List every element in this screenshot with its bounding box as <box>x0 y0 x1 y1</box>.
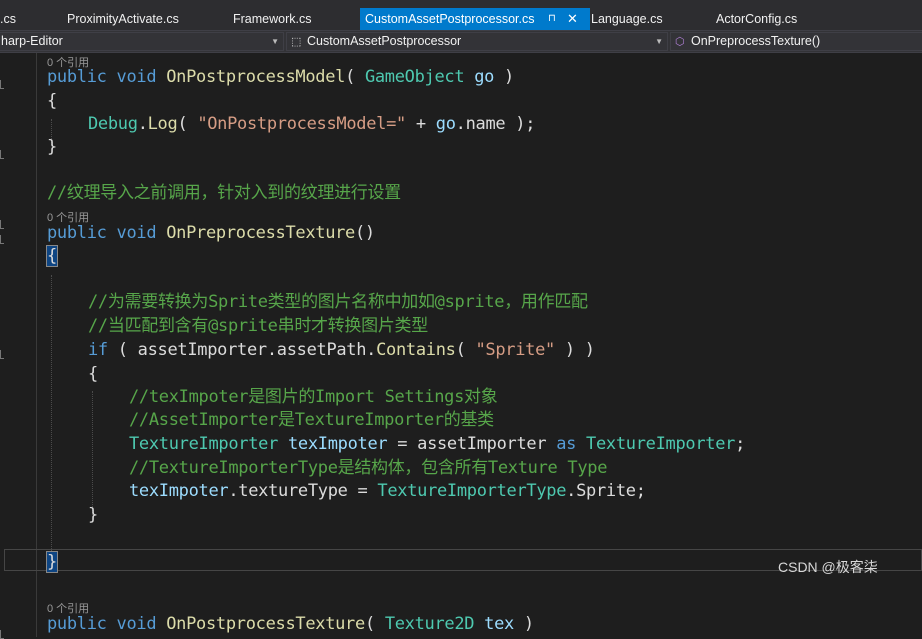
tab-framework[interactable]: Framework.cs <box>233 8 311 30</box>
tab-label: Framework.cs <box>233 12 312 26</box>
code-line: } <box>46 550 58 574</box>
member-dropdown[interactable]: ⬡ OnPreprocessTexture() <box>670 32 922 51</box>
chevron-down-icon: ▼ <box>271 37 279 46</box>
comment-line: //当匹配到含有@sprite串时才转换图片类型 <box>88 316 428 336</box>
code-line: { <box>47 91 57 111</box>
indent-guide <box>51 275 52 559</box>
code-line: } <box>47 137 57 157</box>
collapse-marker[interactable] <box>0 150 4 159</box>
comment-line: //TextureImporterType是结构体，包含所有Texture Ty… <box>129 458 608 478</box>
code-line: if ( assetImporter.assetPath.Contains( "… <box>88 340 595 360</box>
tab-label: CustomAssetPostprocessor.cs <box>365 12 535 26</box>
code-line: Debug.Log( "OnPostprocessModel=" + go.na… <box>88 114 536 134</box>
navigation-bar: harp-Editor ▼ ⬚ CustomAssetPostprocessor … <box>0 30 922 53</box>
member-label: OnPreprocessTexture() <box>691 34 821 48</box>
brace-match-highlight: } <box>46 551 58 573</box>
tab-label: ActorConfig.cs <box>716 12 798 26</box>
collapse-marker[interactable] <box>0 630 4 639</box>
comment-line: //为需要转换为Sprite类型的图片名称中加如@sprite，用作匹配 <box>88 292 588 312</box>
class-dropdown[interactable]: ⬚ CustomAssetPostprocessor ▼ <box>286 32 668 51</box>
code-line: TextureImporter texImpoter = assetImport… <box>129 434 746 454</box>
tab-proximity-activate[interactable]: ProximityActivate.cs <box>67 8 179 30</box>
tab-actor-config[interactable]: ActorConfig.cs <box>716 8 797 30</box>
pin-icon[interactable]: ⊓ <box>548 8 556 30</box>
comment-line: //texImpoter是图片的Import Settings对象 <box>129 387 498 407</box>
collapse-marker[interactable] <box>0 220 4 229</box>
collapse-marker[interactable] <box>0 235 4 244</box>
tab-label: .cs <box>0 12 16 26</box>
tab-label: ProximityActivate.cs <box>67 12 179 26</box>
code-line: public void OnPostprocessModel( GameObje… <box>47 67 514 87</box>
document-tab-bar: .cs ProximityActivate.cs Framework.cs Cu… <box>0 0 922 30</box>
close-icon[interactable]: ✕ <box>567 8 578 30</box>
tab-partial-cs[interactable]: .cs <box>0 8 16 30</box>
indent-guide <box>92 391 93 515</box>
code-line: public void OnPreprocessTexture() <box>47 223 375 243</box>
code-line: { <box>88 364 98 384</box>
comment-line: //纹理导入之前调用，针对入到的纹理进行设置 <box>47 183 401 203</box>
comment-line: //AssetImporter是TextureImporter的基类 <box>129 410 494 430</box>
code-editor[interactable]: 0 个引用 public void OnPostprocessModel( Ga… <box>0 53 922 639</box>
tab-language[interactable]: Language.cs <box>591 8 663 30</box>
collapse-marker[interactable] <box>0 350 4 359</box>
class-label: CustomAssetPostprocessor <box>307 34 462 48</box>
collapse-marker[interactable] <box>0 80 4 89</box>
brace-match-highlight: { <box>46 245 58 267</box>
project-label: harp-Editor <box>1 34 63 48</box>
code-line: } <box>88 505 98 525</box>
watermark: CSDN @极客柒 <box>778 559 878 575</box>
chevron-down-icon: ▼ <box>655 37 663 46</box>
tab-custom-asset-postprocessor[interactable]: CustomAssetPostprocessor.cs ⊓ ✕ <box>360 8 590 30</box>
project-dropdown[interactable]: harp-Editor ▼ <box>0 32 284 51</box>
class-icon: ⬚ <box>291 36 302 48</box>
method-icon: ⬡ <box>675 36 685 48</box>
code-line: texImpoter.textureType = TextureImporter… <box>129 481 646 501</box>
code-line: { <box>46 244 58 268</box>
tab-label: Language.cs <box>591 12 663 26</box>
code-line: public void OnPostprocessTexture( Textur… <box>47 614 534 634</box>
